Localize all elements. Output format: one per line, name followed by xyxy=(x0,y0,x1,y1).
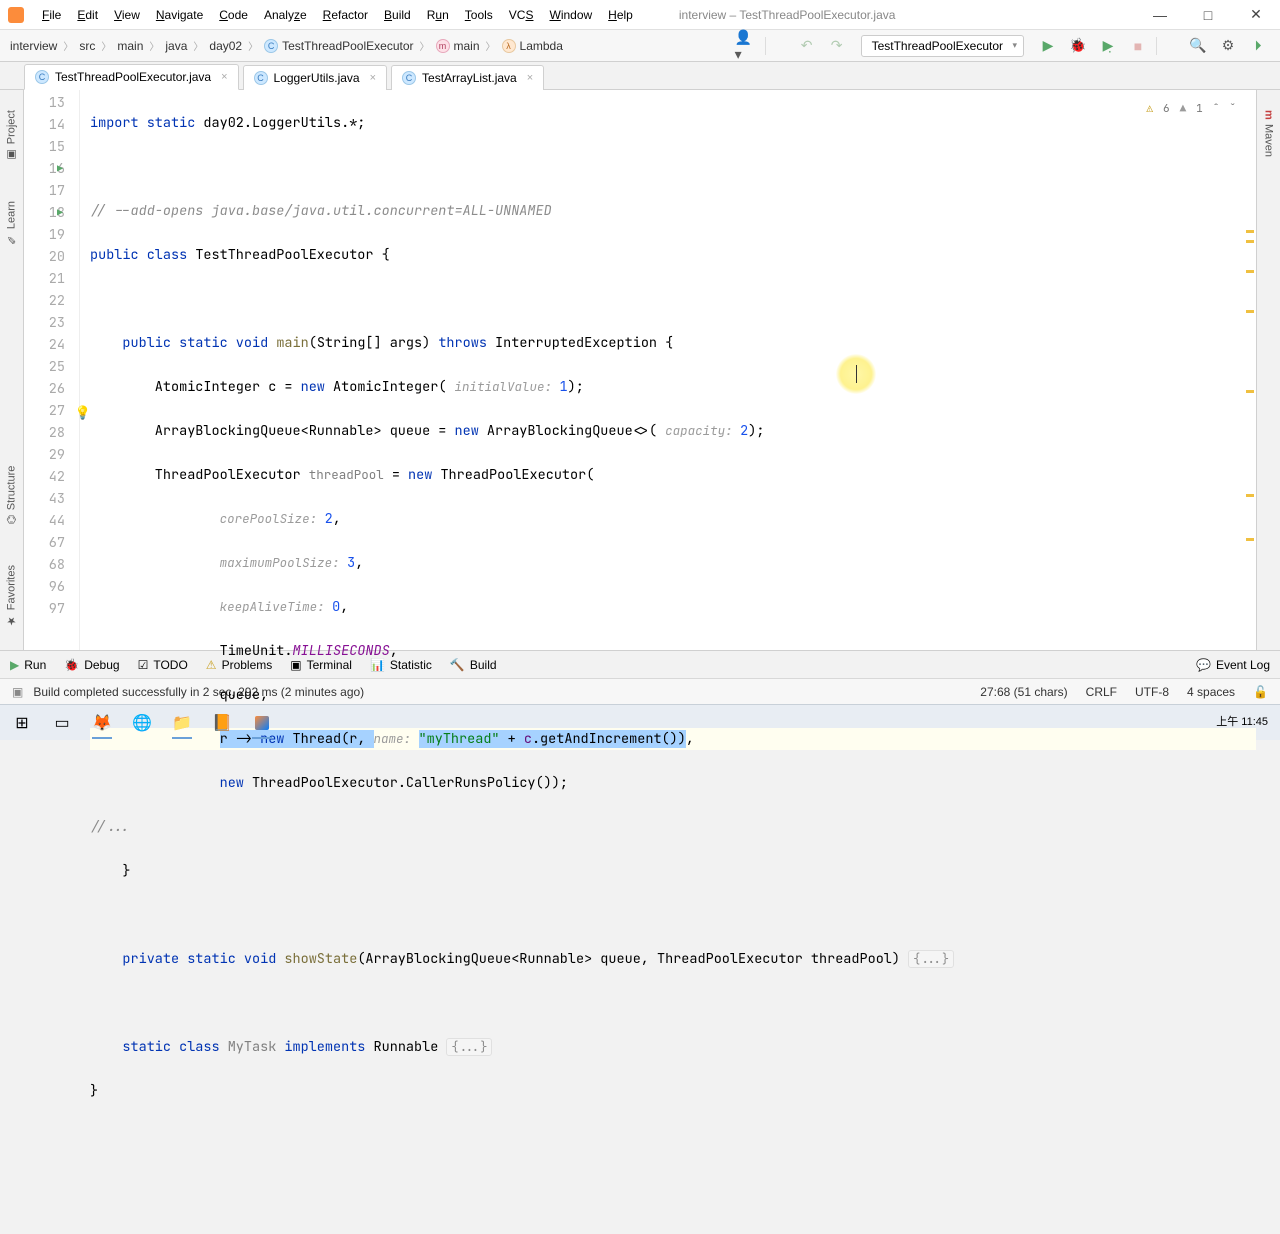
menu-code[interactable]: Code xyxy=(213,6,254,24)
toolwindow-structure[interactable]: ⌬ Structure xyxy=(5,466,18,524)
menu-refactor[interactable]: Refactor xyxy=(317,6,374,24)
coverage-button[interactable]: ▶̣ xyxy=(1096,34,1120,58)
breadcrumb: interview〉 src〉 main〉 java〉 day02〉 CTest… xyxy=(10,38,563,53)
java-class-icon: C xyxy=(254,71,268,85)
close-button[interactable]: ✕ xyxy=(1240,1,1272,29)
warning-icon: ⚠ xyxy=(1146,98,1153,120)
crumb-src[interactable]: src xyxy=(79,39,95,53)
code-area[interactable]: import static day02.LoggerUtils.*; // --… xyxy=(80,90,1256,650)
menu-vcs[interactable]: VCS xyxy=(503,6,540,24)
tab-label: TestArrayList.java xyxy=(422,71,517,85)
menu-file[interactable]: File xyxy=(36,6,67,24)
search-icon[interactable]: 🔍 xyxy=(1186,34,1210,58)
navigation-toolbar: interview〉 src〉 main〉 java〉 day02〉 CTest… xyxy=(0,30,1280,62)
forward-icon[interactable]: ↷ xyxy=(825,34,849,58)
task-view-icon[interactable]: ▭ xyxy=(46,709,78,737)
firefox-icon[interactable]: 🦊 xyxy=(86,709,118,737)
main-menu: File Edit View Navigate Code Analyze Ref… xyxy=(36,6,639,24)
chevron-down-icon[interactable]: ˇ xyxy=(1229,98,1236,120)
java-class-icon: C xyxy=(35,70,49,84)
toolwindow-project[interactable]: ▣ Project xyxy=(5,110,18,161)
menu-analyze[interactable]: Analyze xyxy=(258,6,313,24)
run-gutter-icon[interactable]: ▶ xyxy=(57,158,63,180)
crumb-java[interactable]: java xyxy=(165,39,187,53)
close-icon[interactable]: × xyxy=(527,72,533,84)
back-icon[interactable]: ↶ xyxy=(795,34,819,58)
weak-warning-icon: ▲ xyxy=(1180,98,1187,120)
run-gutter-icon[interactable]: ▶ xyxy=(57,202,63,224)
edge-icon[interactable]: 🌐 xyxy=(126,709,158,737)
menu-help[interactable]: Help xyxy=(602,6,639,24)
editor-tabs: C TestThreadPoolExecutor.java × C Logger… xyxy=(0,62,1280,90)
crumb-main[interactable]: main xyxy=(117,39,143,53)
close-icon[interactable]: × xyxy=(221,71,227,83)
menu-edit[interactable]: Edit xyxy=(71,6,104,24)
file-explorer-icon[interactable]: 📁 xyxy=(166,709,198,737)
maximize-button[interactable]: □ xyxy=(1192,1,1224,29)
run-button[interactable]: ▶ xyxy=(1036,34,1060,58)
crumb-method[interactable]: mmain xyxy=(436,39,480,53)
left-tool-rail: ▣ Project ✎ Learn ⌬ Structure ★ Favorite… xyxy=(0,90,24,650)
tab-label: LoggerUtils.java xyxy=(274,71,360,85)
menu-window[interactable]: Window xyxy=(543,6,598,24)
menu-tools[interactable]: Tools xyxy=(459,6,499,24)
tab-testarraylist[interactable]: C TestArrayList.java × xyxy=(391,65,544,90)
divider xyxy=(765,37,789,55)
window-controls: — □ ✕ xyxy=(1144,1,1272,29)
crumb-lambda[interactable]: λLambda xyxy=(502,39,563,53)
tab-loggerutils[interactable]: C LoggerUtils.java × xyxy=(243,65,387,90)
window-title: interview – TestThreadPoolExecutor.java xyxy=(679,8,896,22)
tab-label: TestThreadPoolExecutor.java xyxy=(55,70,211,84)
gutter: 13 14 15 16▶ 17 18▶ 19 20 21 22 23 24 25… xyxy=(24,90,80,650)
user-icon[interactable]: 👤▾ xyxy=(735,34,759,58)
menu-build[interactable]: Build xyxy=(378,6,417,24)
divider xyxy=(1156,37,1180,55)
titlebar: File Edit View Navigate Code Analyze Ref… xyxy=(0,0,1280,30)
error-stripe[interactable] xyxy=(1244,90,1256,650)
minimize-button[interactable]: — xyxy=(1144,1,1176,29)
weak-warning-count: 1 xyxy=(1196,98,1203,120)
stop-button[interactable]: ■ xyxy=(1126,34,1150,58)
toolwindow-favorites[interactable]: ★ Favorites xyxy=(5,565,18,627)
toolwindow-run[interactable]: ▶Run xyxy=(10,658,46,672)
main-area: ▣ Project ✎ Learn ⌬ Structure ★ Favorite… xyxy=(0,90,1280,650)
settings-icon[interactable]: ⚙ xyxy=(1216,34,1240,58)
run-anything-icon[interactable]: ⏵ xyxy=(1246,34,1270,58)
debug-button[interactable]: 🐞 xyxy=(1066,34,1090,58)
toolwindow-maven[interactable]: m Maven xyxy=(1263,110,1275,157)
menu-navigate[interactable]: Navigate xyxy=(150,6,209,24)
menu-view[interactable]: View xyxy=(108,6,146,24)
caret-highlight xyxy=(836,354,876,394)
close-icon[interactable]: × xyxy=(370,72,376,84)
powerpoint-icon[interactable]: 📙 xyxy=(206,709,238,737)
tab-testthreadpoolexecutor[interactable]: C TestThreadPoolExecutor.java × xyxy=(24,64,239,90)
java-class-icon: C xyxy=(402,71,416,85)
crumb-class[interactable]: CTestThreadPoolExecutor xyxy=(264,39,413,53)
menu-run[interactable]: Run xyxy=(421,6,455,24)
crumb-project[interactable]: interview xyxy=(10,39,57,53)
start-button[interactable]: ⊞ xyxy=(6,709,38,737)
warning-count: 6 xyxy=(1163,98,1170,120)
crumb-day02[interactable]: day02 xyxy=(209,39,242,53)
app-icon xyxy=(8,7,24,23)
inspection-widget[interactable]: ⚠ 6 ▲ 1 ˆ ˇ xyxy=(1146,98,1236,120)
tool-windows-icon[interactable]: ▣ xyxy=(12,685,23,699)
run-configuration-select[interactable]: TestThreadPoolExecutor xyxy=(861,35,1024,57)
intellij-icon[interactable] xyxy=(246,709,278,737)
editor[interactable]: 13 14 15 16▶ 17 18▶ 19 20 21 22 23 24 25… xyxy=(24,90,1256,650)
toolwindow-learn[interactable]: ✎ Learn xyxy=(5,201,18,246)
chevron-up-icon[interactable]: ˆ xyxy=(1213,98,1220,120)
